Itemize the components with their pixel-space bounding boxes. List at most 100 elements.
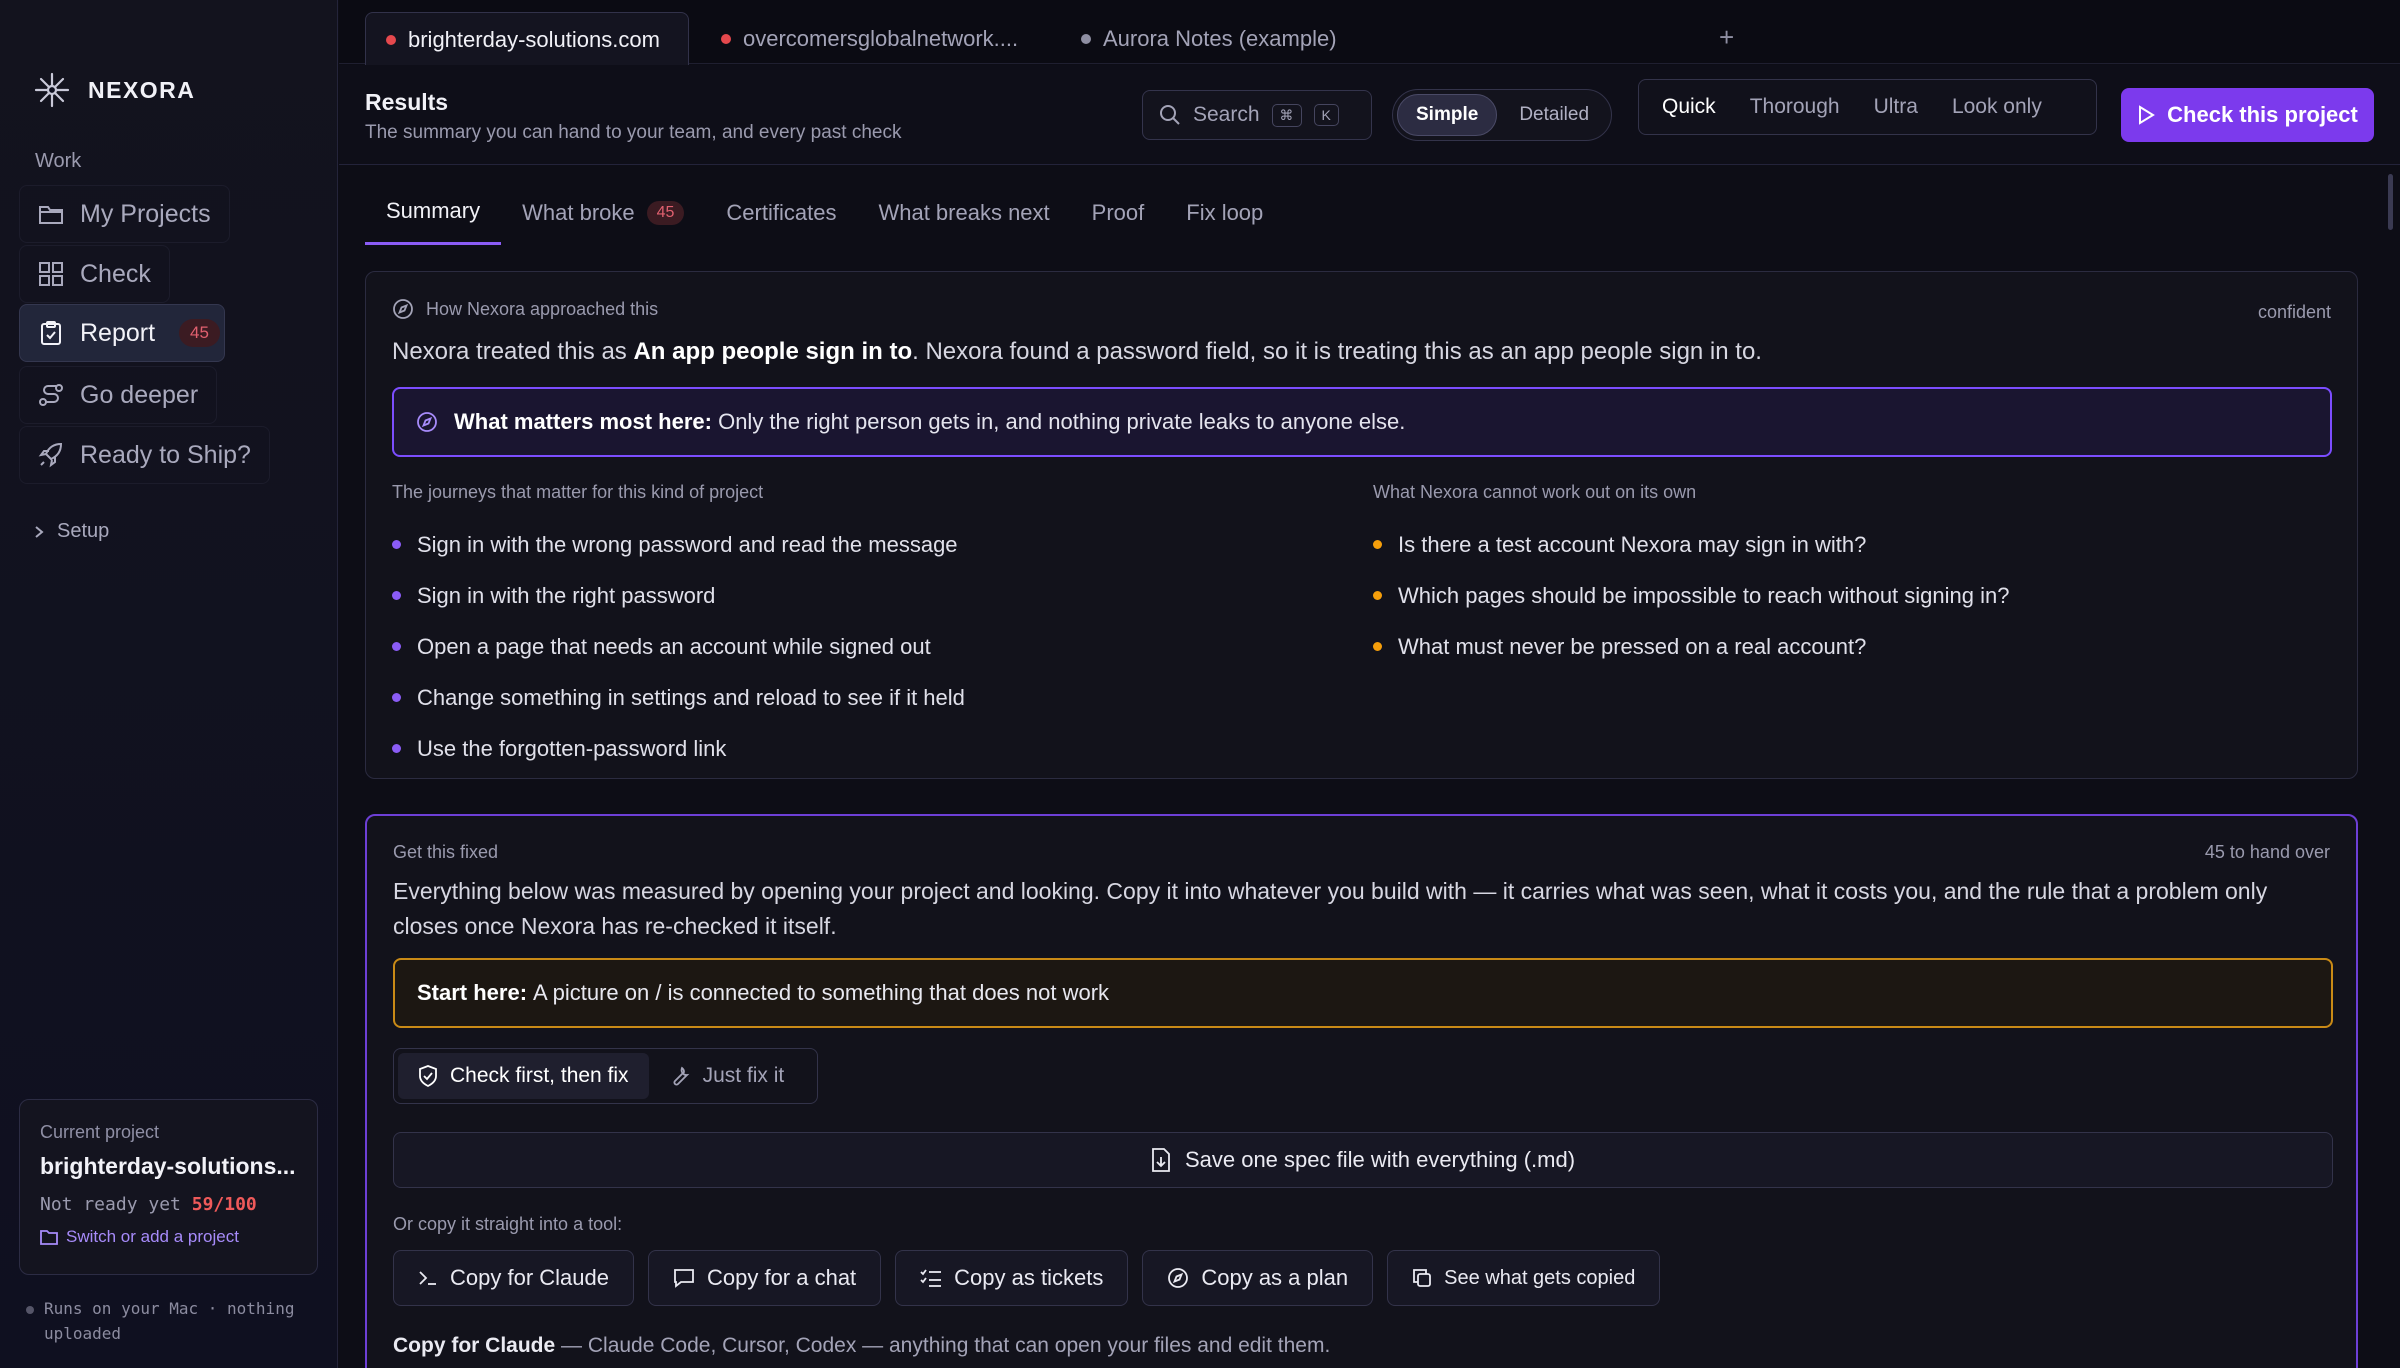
shortcut-key-k: K xyxy=(1313,104,1339,126)
folder-icon xyxy=(38,201,64,227)
tab-project-3[interactable]: Aurora Notes (example) xyxy=(1061,12,1381,66)
sidebar-item-report[interactable]: Report 45 xyxy=(19,304,225,362)
tab-fix-loop[interactable]: Fix loop xyxy=(1165,198,1284,245)
project-tab-bar: brighterday-solutions.com overcomersglob… xyxy=(339,0,2400,66)
sidebar-item-label: Check xyxy=(80,259,151,288)
compass-icon xyxy=(392,298,414,320)
switch-project-link[interactable]: Switch or add a project xyxy=(40,1227,297,1247)
list-item: Which pages should be impossible to reac… xyxy=(1373,570,2009,621)
checklist-icon xyxy=(920,1268,942,1288)
search-label: Search xyxy=(1193,103,1260,126)
depth-ultra-button[interactable]: Ultra xyxy=(1859,95,1933,119)
view-toggle: Simple Detailed xyxy=(1392,89,1613,141)
status-text: Not ready yet xyxy=(40,1194,181,1215)
tab-label: overcomersglobalnetwork.... xyxy=(743,26,1019,51)
add-tab-icon[interactable]: + xyxy=(1719,22,1734,53)
terminal-icon xyxy=(418,1269,438,1287)
check-project-button[interactable]: Check this project xyxy=(2121,88,2374,142)
view-simple-button[interactable]: Simple xyxy=(1397,94,1498,136)
question-text: Which pages should be impossible to reac… xyxy=(1398,582,2010,608)
chat-icon xyxy=(673,1268,695,1288)
just-fix-label: Just fix it xyxy=(702,1064,785,1087)
tab-label: What broke xyxy=(522,199,635,225)
bullet-icon xyxy=(392,744,401,753)
fix-mode-toggle: Check first, then fix Just fix it xyxy=(393,1048,818,1104)
search-button[interactable]: Search ⌘ K xyxy=(1142,90,1372,140)
switch-project-label: Switch or add a project xyxy=(66,1227,239,1246)
just-fix-button[interactable]: Just fix it xyxy=(649,1053,805,1099)
list-item: Sign in with the wrong password and read… xyxy=(392,519,965,570)
tab-proof[interactable]: Proof xyxy=(1071,198,1166,245)
sidebar-item-ready-to-ship[interactable]: Ready to Ship? xyxy=(19,426,270,484)
bullet-icon xyxy=(392,642,401,651)
matters-text: Only the right person gets in, and nothi… xyxy=(718,409,1406,434)
approach-card: How Nexora approached this confident Nex… xyxy=(365,271,2358,779)
depth-look-only-button[interactable]: Look only xyxy=(1937,95,2057,119)
sidebar-item-label: Ready to Ship? xyxy=(80,440,251,469)
broke-count-badge: 45 xyxy=(646,200,685,225)
list-item: Use the forgotten-password link xyxy=(392,723,965,774)
local-run-text: Runs on your Mac · nothing uploaded xyxy=(44,1299,295,1343)
results-header: Results The summary you can hand to your… xyxy=(339,65,2400,165)
bullet-icon xyxy=(1373,540,1382,549)
brand[interactable]: NEXORA xyxy=(34,72,195,108)
section-label-work: Work xyxy=(35,150,82,172)
depth-quick-button[interactable]: Quick xyxy=(1647,95,1731,119)
play-icon xyxy=(2137,105,2156,125)
what-matters-callout: What matters most here: Only the right p… xyxy=(392,387,2332,457)
check-first-label: Check first, then fix xyxy=(450,1064,629,1087)
check-project-label: Check this project xyxy=(2167,102,2358,127)
copy-for-claude-label: Copy for Claude xyxy=(450,1265,609,1290)
wrench-icon xyxy=(669,1065,691,1087)
copy-as-plan-button[interactable]: Copy as a plan xyxy=(1142,1250,1374,1306)
confidence-label: confident xyxy=(2257,302,2331,322)
copy-note-text: — Claude Code, Cursor, Codex — anything … xyxy=(555,1334,1331,1357)
tab-what-broke[interactable]: What broke 45 xyxy=(501,198,705,245)
scrollbar-thumb[interactable] xyxy=(2388,174,2393,230)
depth-thorough-button[interactable]: Thorough xyxy=(1735,95,1855,119)
bullet-icon xyxy=(1373,591,1382,600)
copy-target-note: Copy for Claude — Claude Code, Cursor, C… xyxy=(393,1334,1330,1358)
search-icon xyxy=(1159,104,1181,126)
questions-column: What Nexora cannot work out on its own I… xyxy=(1373,482,2009,672)
sidebar-item-my-projects[interactable]: My Projects xyxy=(19,185,230,243)
sidebar-item-go-deeper[interactable]: Go deeper xyxy=(19,366,218,424)
start-text: A picture on / is connected to something… xyxy=(533,980,1110,1005)
copy-for-claude-button[interactable]: Copy for Claude xyxy=(393,1250,634,1306)
readiness-score: 59/100 xyxy=(191,1194,257,1215)
brand-name: NEXORA xyxy=(88,76,196,103)
report-tabs: Summary What broke 45 Certificates What … xyxy=(365,198,1284,245)
setup-toggle[interactable]: Setup xyxy=(33,520,109,543)
tab-project-1[interactable]: brighterday-solutions.com xyxy=(365,12,689,66)
approach-text-a: Nexora treated this as xyxy=(392,338,634,365)
view-detailed-button[interactable]: Detailed xyxy=(1501,94,1607,136)
check-first-button[interactable]: Check first, then fix xyxy=(398,1053,649,1099)
sidebar-item-check[interactable]: Check xyxy=(19,245,170,303)
get-fixed-label: Get this fixed xyxy=(393,842,499,862)
tab-project-2[interactable]: overcomersglobalnetwork.... xyxy=(701,12,1061,66)
copy-as-tickets-label: Copy as tickets xyxy=(954,1265,1104,1290)
tab-summary[interactable]: Summary xyxy=(365,198,502,245)
see-what-gets-copied-button[interactable]: See what gets copied xyxy=(1387,1250,1661,1306)
tab-certificates[interactable]: Certificates xyxy=(705,198,857,245)
copy-icon xyxy=(1412,1268,1432,1288)
error-dot-icon xyxy=(721,34,731,44)
list-item: Change something in settings and reload … xyxy=(392,672,965,723)
copy-as-tickets-button[interactable]: Copy as tickets xyxy=(895,1250,1129,1306)
list-item: Open a page that needs an account while … xyxy=(392,621,965,672)
save-spec-button[interactable]: Save one spec file with everything (.md) xyxy=(393,1132,2333,1188)
shield-icon xyxy=(418,1065,438,1087)
tab-what-breaks-next[interactable]: What breaks next xyxy=(857,198,1070,245)
approach-text: Nexora treated this as An app people sig… xyxy=(392,338,1762,366)
journey-text: Change something in settings and reload … xyxy=(417,684,965,710)
status-dot-icon xyxy=(26,1306,34,1314)
approach-text-c: . Nexora found a password field, so it i… xyxy=(912,338,1762,365)
copy-for-chat-button[interactable]: Copy for a chat xyxy=(647,1250,882,1306)
clipboard-icon xyxy=(38,320,64,346)
approach-label: How Nexora approached this xyxy=(426,298,659,319)
question-text: What must never be pressed on a real acc… xyxy=(1398,633,1867,659)
copy-tools-label: Or copy it straight into a tool: xyxy=(393,1214,623,1234)
compass-icon xyxy=(1167,1267,1189,1289)
see-what-gets-copied-label: See what gets copied xyxy=(1444,1266,1636,1289)
tab-label: Fix loop xyxy=(1186,199,1264,225)
